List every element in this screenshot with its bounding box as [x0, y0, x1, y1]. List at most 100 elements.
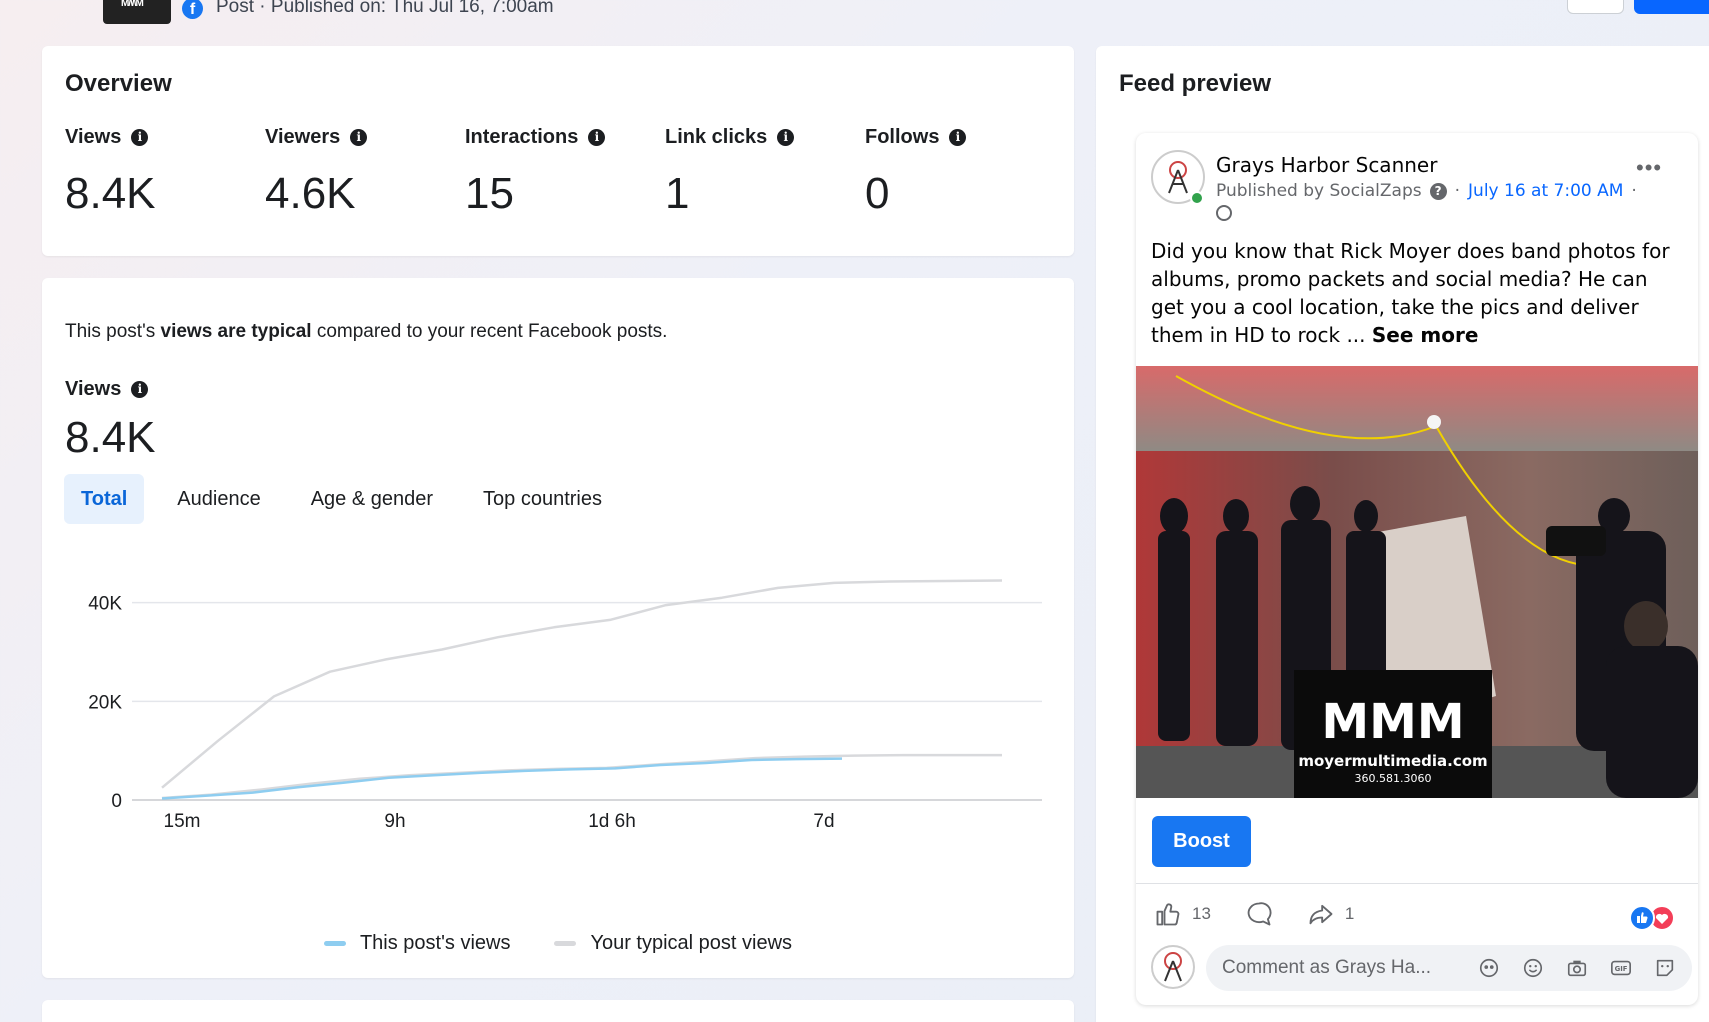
views-tabs: Total Audience Age & gender Top countrie…	[64, 474, 619, 524]
post-photo[interactable]: MMM moyermultimedia.com 360.581.3060	[1136, 366, 1698, 798]
reactions-summary[interactable]	[1628, 904, 1684, 932]
x-tick-label: 7d	[813, 811, 834, 832]
metric-value: 1	[665, 169, 690, 218]
info-icon[interactable]: i	[131, 381, 149, 398]
like-icon	[1156, 903, 1180, 926]
post-actions: 13 1	[1154, 900, 1370, 928]
post-thumbnail[interactable]: M/\/\M	[103, 0, 171, 24]
boost-button[interactable]: Boost	[1152, 816, 1251, 867]
see-more-link[interactable]: See more	[1372, 323, 1479, 347]
metric-follows: Follows i 0	[865, 126, 967, 219]
metric-label: Viewers	[265, 126, 341, 148]
tab-age-gender[interactable]: Age & gender	[294, 474, 450, 524]
comment-action[interactable]	[1245, 900, 1273, 928]
typical-bold: views are typical	[160, 321, 312, 342]
metric-label: Link clicks	[665, 126, 768, 148]
camera-icon[interactable]	[1566, 957, 1588, 979]
views-line-chart: 0 20K 40K 15m 9h 1d 6h 7d	[88, 579, 1042, 832]
metric-viewers: Viewers i 4.6K	[265, 126, 368, 219]
metric-label: Follows	[865, 126, 940, 148]
like-count: 13	[1192, 904, 1211, 923]
series-line-typical[interactable]	[161, 753, 1002, 800]
photo-domain: moyermultimedia.com	[1298, 752, 1487, 770]
share-action[interactable]: 1	[1307, 900, 1354, 928]
legend-swatch-blue	[323, 941, 346, 946]
radio-tower-icon	[1164, 952, 1182, 982]
y-tick-label: 20K	[88, 692, 122, 713]
y-tick-label: 0	[111, 791, 122, 812]
dot-separator: ·	[1454, 181, 1461, 201]
legend-item-typical[interactable]: Your typical post views	[554, 932, 792, 955]
legend-item-this-post[interactable]: This post's views	[323, 932, 511, 955]
sticker-icon[interactable]	[1654, 957, 1676, 979]
metric-value: 4.6K	[265, 169, 356, 218]
share-count: 1	[1344, 904, 1355, 923]
legend-label: This post's views	[359, 932, 511, 954]
page-name[interactable]: Grays Harbor Scanner	[1216, 153, 1437, 177]
legend-swatch-gray	[554, 941, 577, 946]
dot-separator: ·	[1631, 181, 1637, 201]
comment-placeholder: Comment as Grays Ha...	[1222, 957, 1432, 978]
metric-label: Interactions	[465, 126, 579, 148]
published-by: Published by SocialZaps	[1216, 181, 1422, 201]
legend-label: Your typical post views	[590, 932, 793, 954]
comment-icon	[1247, 902, 1272, 926]
online-status-icon	[1190, 191, 1204, 205]
comment-tools: GIF	[1478, 957, 1676, 979]
x-tick-label: 9h	[384, 811, 405, 832]
gif-icon[interactable]: GIF	[1610, 957, 1632, 979]
more-options-icon[interactable]: •••	[1636, 155, 1662, 181]
top-strip: M/\/\M f Post · Published on: Thu Jul 16…	[0, 0, 1709, 44]
like-action[interactable]: 13	[1154, 900, 1211, 928]
help-icon[interactable]: ?	[1429, 182, 1447, 200]
published-line: Published by SocialZaps ? · July 16 at 7…	[1216, 181, 1637, 201]
tab-total[interactable]: Total	[64, 474, 145, 524]
svg-text:GIF: GIF	[1615, 965, 1628, 973]
x-tick-label: 15m	[164, 811, 201, 832]
chart-legend: This post's views Your typical post view…	[42, 932, 1074, 955]
metric-interactions: Interactions i 15	[465, 126, 606, 219]
tab-audience[interactable]: Audience	[160, 474, 277, 524]
post-date-link[interactable]: July 16 at 7:00 AM	[1468, 181, 1623, 201]
info-icon[interactable]: i	[949, 129, 967, 146]
info-icon[interactable]: i	[131, 129, 149, 146]
y-tick-label: 40K	[88, 594, 122, 615]
top-primary-button[interactable]	[1634, 0, 1709, 14]
metric-link-clicks: Link clicks i 1	[665, 126, 795, 219]
facebook-icon: f	[182, 0, 203, 19]
views-value: 8.4K	[65, 413, 156, 462]
metric-value: 15	[465, 169, 514, 218]
commenter-avatar[interactable]	[1151, 945, 1195, 989]
info-icon[interactable]: i	[777, 129, 795, 146]
metric-label: Views	[65, 126, 122, 148]
tab-top-countries[interactable]: Top countries	[466, 474, 619, 524]
series-line-this-post[interactable]	[161, 757, 843, 800]
overview-card: Overview Views i 8.4K Viewers i 4.6K Inter…	[42, 46, 1074, 256]
post-divider	[1136, 883, 1698, 884]
photo-logo: MMM	[1321, 694, 1464, 750]
typical-post: compared to your recent Facebook posts.	[311, 321, 668, 342]
x-tick-label: 1d 6h	[588, 811, 636, 832]
overview-title: Overview	[65, 70, 172, 97]
views-label: Views	[65, 378, 122, 400]
metric-views: Views i 8.4K	[65, 126, 156, 219]
metric-value: 0	[865, 169, 890, 218]
photo-phone: 360.581.3060	[1355, 772, 1432, 785]
metric-value: 8.4K	[65, 169, 156, 218]
info-icon[interactable]: i	[588, 129, 606, 146]
thumbnail-logo: M/\/\M	[121, 0, 144, 9]
post-text: Did you know that Rick Moyer does band p…	[1151, 237, 1686, 349]
radio-tower-icon	[1168, 161, 1188, 194]
top-secondary-button[interactable]	[1567, 0, 1624, 14]
share-icon	[1309, 904, 1333, 925]
typical-pre: This post's	[65, 321, 161, 342]
views-card: This post's views are typical compared t…	[42, 278, 1074, 978]
post-preview: Grays Harbor Scanner Published by Social…	[1136, 133, 1698, 1005]
emoji-icon[interactable]	[1522, 957, 1544, 979]
feed-preview-title: Feed preview	[1119, 70, 1272, 97]
comment-input[interactable]: Comment as Grays Ha... GIF	[1206, 945, 1692, 991]
info-icon[interactable]: i	[350, 129, 368, 146]
post-meta: Post · Published on: Thu Jul 16, 7:00am	[216, 0, 554, 17]
avatar-sticker-icon[interactable]	[1478, 957, 1500, 979]
globe-icon	[1216, 205, 1232, 221]
